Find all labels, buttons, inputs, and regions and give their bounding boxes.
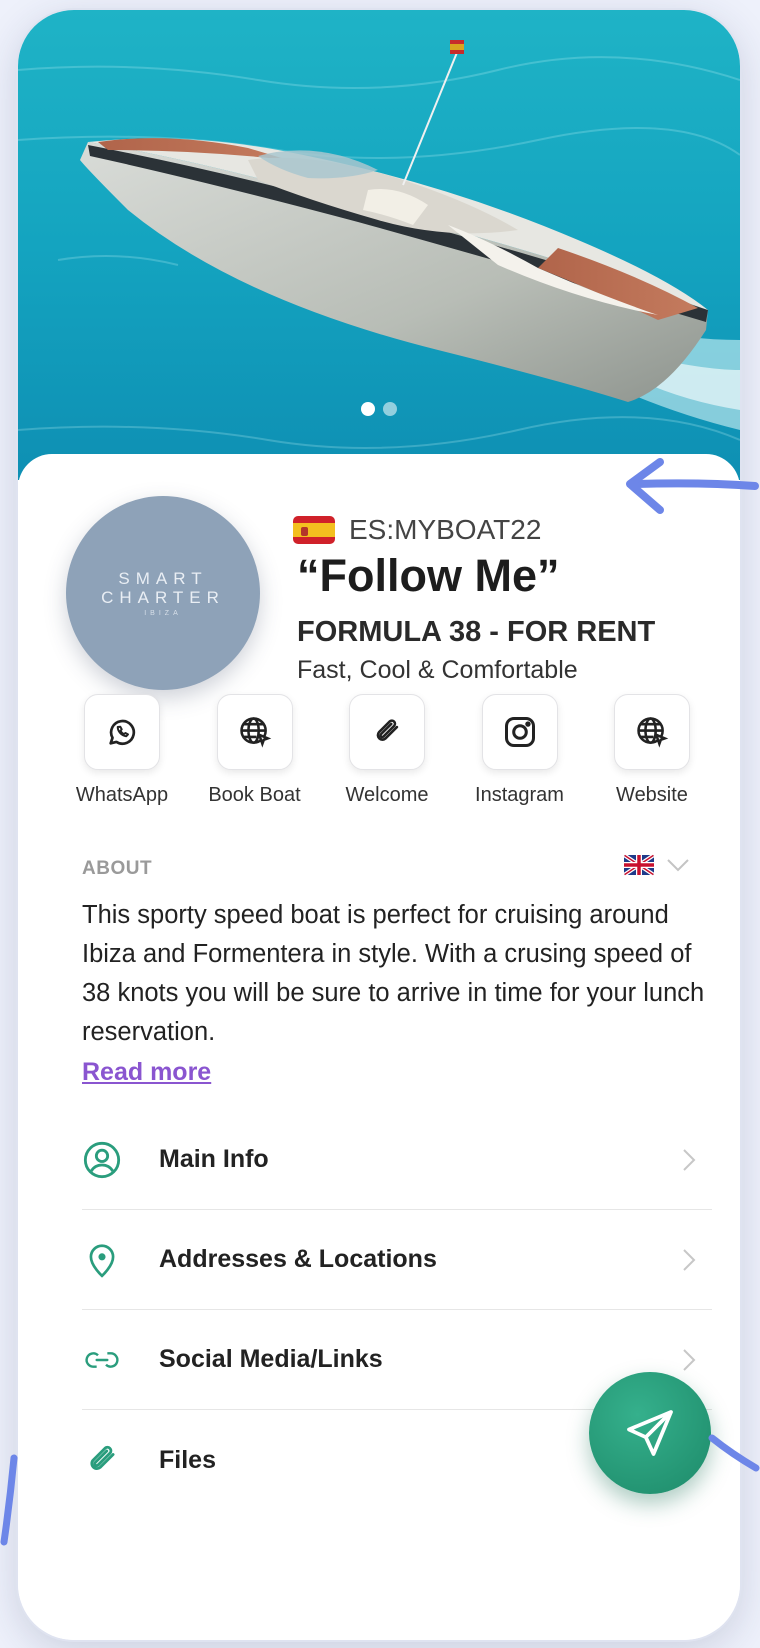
menu-label: Main Info (159, 1145, 269, 1173)
menu-label: Social Media/Links (159, 1345, 383, 1373)
logo-text: IBIZA (144, 610, 182, 617)
website-button[interactable] (614, 694, 690, 770)
action-instagram[interactable]: Instagram (460, 694, 580, 807)
action-welcome[interactable]: Welcome (327, 694, 447, 807)
company-logo: SMART CHARTER IBIZA (66, 496, 260, 690)
user-circle-icon (83, 1141, 121, 1178)
language-selector[interactable] (624, 854, 690, 876)
chevron-down-icon (667, 859, 689, 872)
registration-number: ES:MYBOAT22 (349, 514, 542, 545)
location-pin-icon (89, 1243, 115, 1278)
phone-frame: SMART CHARTER IBIZA ES:MYBOAT22 “Follow … (18, 10, 740, 1640)
about-heading: ABOUT (82, 858, 153, 879)
whatsapp-button[interactable] (84, 694, 160, 770)
action-whatsapp[interactable]: WhatsApp (62, 694, 182, 807)
send-icon (627, 1410, 673, 1456)
chevron-right-icon (683, 1149, 696, 1171)
action-website[interactable]: Website (592, 694, 712, 807)
chevron-right-icon (683, 1349, 696, 1371)
instagram-icon (504, 717, 535, 747)
instagram-button[interactable] (481, 694, 558, 770)
boat-name: “Follow Me” (297, 550, 560, 601)
globe-icon (239, 717, 271, 748)
paperclip-icon (376, 719, 399, 741)
boat-tagline: Fast, Cool & Comfortable (297, 656, 578, 684)
hero-carousel[interactable] (18, 10, 740, 480)
welcome-button[interactable] (349, 694, 425, 770)
chevron-right-icon (683, 1249, 696, 1271)
uk-flag-icon (624, 854, 654, 876)
action-label: WhatsApp (75, 784, 169, 806)
annotation-arrow-icon (0, 1454, 18, 1546)
logo-text: CHARTER (101, 588, 225, 607)
about-text: This sporty speed boat is perfect for cr… (82, 901, 705, 1046)
whatsapp-icon (109, 719, 136, 746)
globe-icon (637, 717, 669, 748)
spain-flag-icon (293, 516, 335, 544)
link-icon (85, 1351, 119, 1368)
logo-text: SMART (118, 569, 208, 588)
boat-model: FORMULA 38 - FOR RENT (297, 616, 656, 648)
action-label: Welcome (345, 784, 429, 806)
quick-actions: WhatsApp Book Boat Welcome Instagram Web… (62, 694, 712, 807)
menu-label: Files (159, 1445, 216, 1474)
action-label: Website (616, 784, 688, 806)
menu-item-main-info[interactable]: Main Info (82, 1110, 712, 1210)
annotation-arrow-icon (708, 1434, 760, 1472)
menu-item-addresses[interactable]: Addresses & Locations (82, 1210, 712, 1310)
carousel-dot[interactable] (383, 402, 397, 416)
read-more-link[interactable]: Read more (82, 1058, 211, 1087)
annotation-arrow-icon (626, 458, 759, 514)
send-fab-button[interactable] (589, 1372, 711, 1494)
book-boat-button[interactable] (216, 694, 293, 770)
action-label: Book Boat (208, 784, 301, 806)
paperclip-icon (90, 1445, 115, 1470)
menu-label: Addresses & Locations (159, 1245, 437, 1273)
carousel-dots[interactable] (18, 402, 740, 416)
action-label: Instagram (475, 784, 564, 806)
carousel-dot-active[interactable] (361, 402, 375, 416)
registration-row: ES:MYBOAT22 (293, 514, 541, 546)
action-book-boat[interactable]: Book Boat (195, 694, 315, 807)
